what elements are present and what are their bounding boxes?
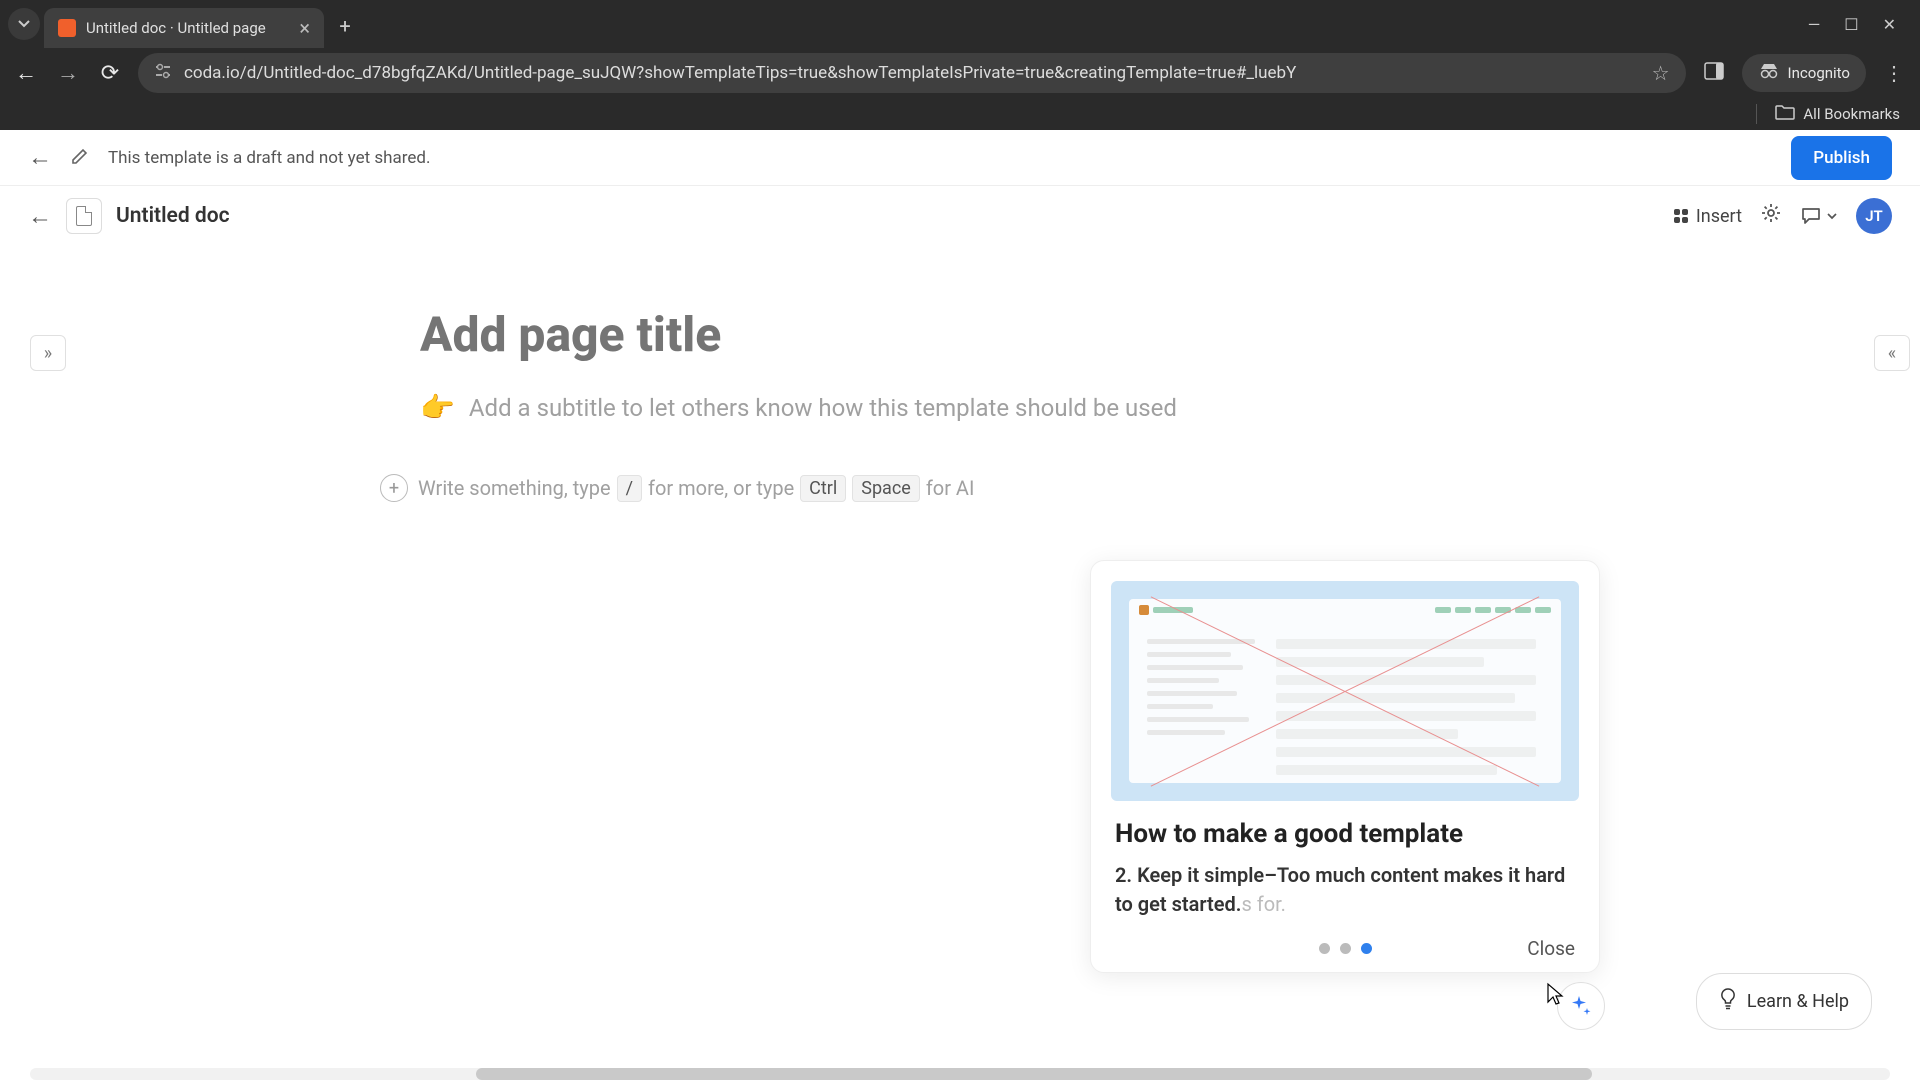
avatar[interactable]: JT: [1856, 198, 1892, 234]
lightbulb-icon: [1719, 988, 1737, 1015]
comments-menu[interactable]: [1800, 205, 1838, 227]
kbd-ctrl: Ctrl: [800, 475, 846, 502]
close-window-icon[interactable]: ✕: [1883, 15, 1896, 34]
url-text: coda.io/d/Untitled-doc_d78bgfqZAKd/Untit…: [184, 63, 1640, 83]
divider: [1756, 104, 1757, 124]
horizontal-scrollbar[interactable]: [30, 1068, 1890, 1080]
browser-chrome: Untitled doc · Untitled page × + — ☐ ✕ ←…: [0, 0, 1920, 130]
tip-dot-1[interactable]: [1340, 943, 1351, 954]
compose-row[interactable]: + Write something, type / for more, or t…: [380, 474, 1920, 502]
doc-actions: Insert JT: [1674, 198, 1892, 234]
tip-body: 2. Keep it simple–Too much content makes…: [1091, 861, 1599, 919]
tip-pagination-dots: [1319, 943, 1372, 954]
tip-close-button[interactable]: Close: [1527, 937, 1575, 960]
address-bar: ← → ⟳ coda.io/d/Untitled-doc_d78bgfqZAKd…: [0, 48, 1920, 98]
page-title-input[interactable]: [420, 306, 1220, 363]
minimize-icon[interactable]: —: [1808, 15, 1821, 34]
doc-icon[interactable]: [66, 198, 102, 234]
compose-placeholder: Write something, type / for more, or typ…: [418, 475, 974, 502]
page-content: 👉 Add a subtitle to let others know how …: [0, 246, 1920, 502]
tip-title: How to make a good template: [1091, 819, 1599, 861]
tip-body-faded: s for.: [1241, 892, 1286, 916]
gear-icon[interactable]: [1760, 202, 1782, 230]
url-field[interactable]: coda.io/d/Untitled-doc_d78bgfqZAKd/Untit…: [138, 53, 1686, 93]
template-tip-card: How to make a good template 2. Keep it s…: [1090, 560, 1600, 973]
incognito-label: Incognito: [1788, 64, 1850, 82]
tip-illustration: [1111, 581, 1579, 801]
window-controls: — ☐ ✕: [1808, 15, 1912, 34]
doc-header: ← Untitled doc Insert JT: [0, 186, 1920, 246]
pointing-hand-emoji: 👉: [420, 391, 455, 424]
incognito-badge[interactable]: Incognito: [1742, 54, 1866, 92]
all-bookmarks-link[interactable]: All Bookmarks: [1803, 105, 1900, 123]
scrollbar-thumb[interactable]: [476, 1068, 1592, 1080]
tab-search-dropdown[interactable]: [8, 8, 40, 40]
browser-tab[interactable]: Untitled doc · Untitled page ×: [44, 8, 324, 48]
chevron-down-icon: [17, 17, 31, 31]
subtitle-placeholder: Add a subtitle to let others know how th…: [469, 394, 1177, 422]
learn-help-button[interactable]: Learn & Help: [1696, 973, 1872, 1030]
compose-text-pre: Write something, type: [418, 476, 611, 500]
draft-back-icon[interactable]: ←: [28, 143, 52, 172]
new-tab-button[interactable]: +: [328, 9, 362, 43]
publish-button[interactable]: Publish: [1791, 136, 1892, 180]
tip-dot-2[interactable]: [1361, 943, 1372, 954]
doc-back-icon[interactable]: ←: [28, 202, 52, 231]
learn-help-label: Learn & Help: [1747, 991, 1849, 1012]
grid-icon: [1674, 209, 1688, 223]
reload-icon[interactable]: ⟳: [96, 61, 124, 86]
tip-footer: Close: [1091, 919, 1599, 954]
doc-title[interactable]: Untitled doc: [116, 204, 230, 228]
tab-bar: Untitled doc · Untitled page × + — ☐ ✕: [0, 0, 1920, 48]
expand-sidebar-right[interactable]: «: [1874, 335, 1910, 371]
side-panel-icon[interactable]: [1700, 62, 1728, 84]
forward-icon[interactable]: →: [54, 60, 82, 86]
bookmark-star-icon[interactable]: ☆: [1652, 61, 1670, 85]
add-block-button[interactable]: +: [380, 474, 408, 502]
template-draft-bar: ← This template is a draft and not yet s…: [0, 130, 1920, 186]
site-settings-icon[interactable]: [154, 62, 172, 84]
back-icon[interactable]: ←: [12, 60, 40, 86]
maximize-icon[interactable]: ☐: [1844, 15, 1858, 34]
folder-icon: [1775, 104, 1795, 124]
tip-body-main: 2. Keep it simple–Too much content makes…: [1115, 863, 1565, 916]
edit-icon[interactable]: [70, 146, 90, 170]
insert-button[interactable]: Insert: [1674, 206, 1742, 227]
comment-icon: [1800, 205, 1822, 227]
coda-favicon: [58, 19, 76, 37]
draft-message: This template is a draft and not yet sha…: [108, 148, 430, 168]
compose-text-mid: for more, or type: [648, 476, 794, 500]
mouse-cursor: [1544, 982, 1566, 1008]
tip-dot-0[interactable]: [1319, 943, 1330, 954]
expand-sidebar-left[interactable]: »: [30, 335, 66, 371]
incognito-icon: [1758, 63, 1780, 83]
close-tab-icon[interactable]: ×: [299, 16, 310, 40]
bookmarks-bar: All Bookmarks: [0, 98, 1920, 130]
kbd-space: Space: [852, 475, 920, 502]
sparkle-icon: [1569, 994, 1593, 1018]
chevron-down-icon: [1826, 210, 1838, 222]
tab-title: Untitled doc · Untitled page: [86, 19, 289, 37]
browser-menu-icon[interactable]: ⋮: [1880, 61, 1908, 85]
compose-text-post: for AI: [926, 476, 975, 500]
subtitle-row[interactable]: 👉 Add a subtitle to let others know how …: [420, 391, 1920, 424]
kbd-slash: /: [617, 475, 642, 502]
insert-label: Insert: [1696, 206, 1742, 227]
